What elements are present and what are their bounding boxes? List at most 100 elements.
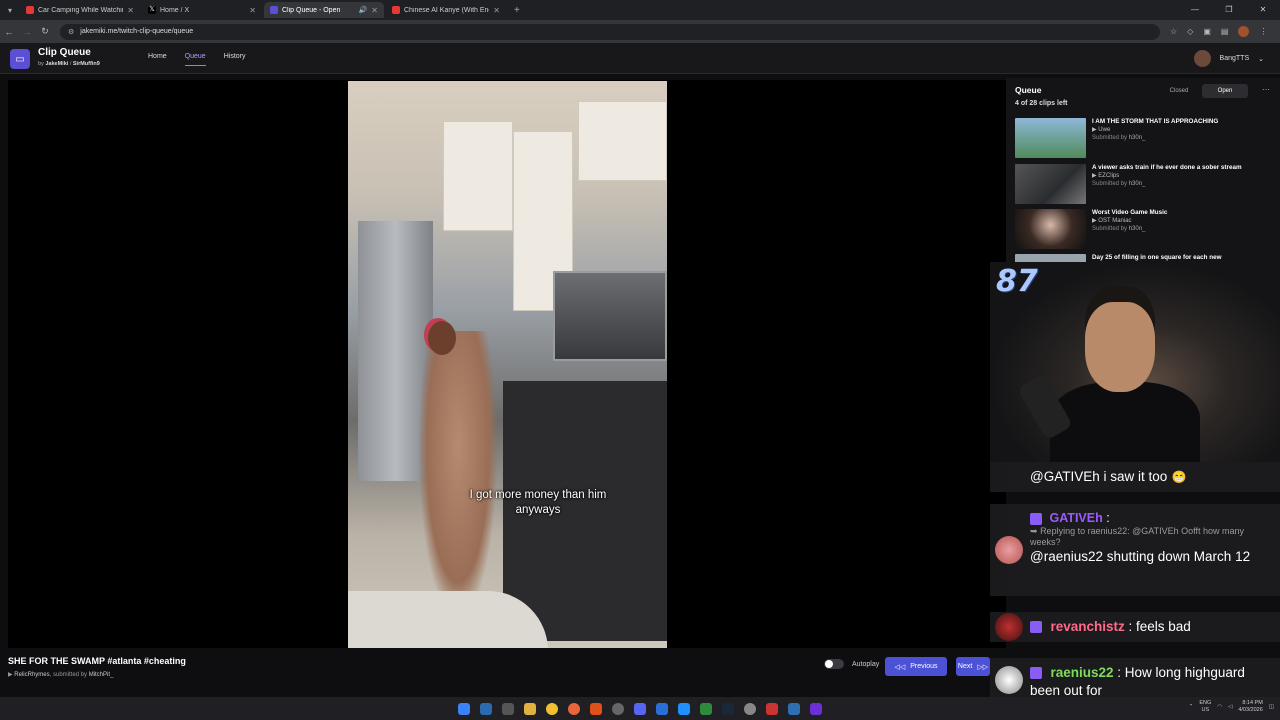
notification-icon[interactable]: ◫ xyxy=(1269,704,1274,710)
channel-link[interactable]: RelicRhymes xyxy=(14,672,49,678)
app-icon[interactable] xyxy=(656,702,668,715)
toggle-open[interactable]: Open xyxy=(1202,84,1248,98)
chat-avatar xyxy=(995,666,1023,694)
app-header: ▭ Clip Queue by JakeMiki / SirMuffin9 Ho… xyxy=(0,43,1280,74)
extension-icon[interactable]: ◇ xyxy=(1187,27,1193,36)
file-explorer-icon[interactable] xyxy=(524,702,536,715)
taskbar: ⌃ ENG US ◠ ◁ 8:14 PM 4/03/2026 ◫ xyxy=(0,697,1280,720)
clock[interactable]: 8:14 PM 4/03/2026 xyxy=(1238,700,1262,714)
autoplay-toggle[interactable] xyxy=(824,659,844,669)
twitch-badge-icon xyxy=(1030,620,1042,633)
task-view-icon[interactable] xyxy=(502,702,514,715)
copilot-icon[interactable] xyxy=(480,702,492,715)
author-link[interactable]: JakeMiki xyxy=(45,61,68,67)
twitch-badge-icon xyxy=(1030,666,1042,679)
chat-message: @GATIVEh i saw it too 😁 xyxy=(990,462,1280,492)
emote: 😁 xyxy=(1171,470,1187,484)
chat-message: GATIVEh : ➥ Replying to raenius22: @GATI… xyxy=(990,504,1280,596)
channel-icon: ▶ xyxy=(1092,218,1097,224)
back-icon[interactable]: ← xyxy=(0,27,18,37)
obs-icon[interactable] xyxy=(744,702,756,715)
url-field[interactable]: ⚙ jakemiki.me/twitch-clip-queue/queue xyxy=(60,23,1160,40)
clip-queue-icon xyxy=(270,6,278,14)
firefox-icon[interactable] xyxy=(568,702,580,715)
youtube-icon xyxy=(26,6,34,14)
sidebar-icon[interactable]: ▤ xyxy=(1221,27,1229,36)
queue-item[interactable]: A viewer asks train if he ever done a so… xyxy=(1015,164,1275,206)
chrome-icon[interactable] xyxy=(546,702,558,715)
forward-icon[interactable]: → xyxy=(18,27,36,37)
browser-tab-bar: ▾ Car Camping While Watching a ✕ 𝕏 Home … xyxy=(0,0,1280,20)
queue-title: Queue xyxy=(1015,85,1042,95)
reload-icon[interactable]: ↻ xyxy=(36,26,54,37)
clip-thumbnail xyxy=(1015,209,1086,249)
queue-item[interactable]: Worst Video Game Music ▶ OST Maniac Subm… xyxy=(1015,209,1275,251)
bookmark-star-icon[interactable]: ☆ xyxy=(1170,27,1177,36)
streamer-face xyxy=(1085,302,1155,392)
puzzle-icon[interactable]: ▣ xyxy=(1203,27,1211,36)
clip-thumbnail xyxy=(1015,254,1086,262)
browser-tab-2[interactable]: 𝕏 Home / X ✕ xyxy=(142,2,262,18)
previous-button[interactable]: ◁◁ Previous xyxy=(885,657,947,676)
main-nav: Home Queue History xyxy=(148,53,246,66)
language-indicator[interactable]: ENG US xyxy=(1199,700,1211,714)
minimize-icon[interactable]: — xyxy=(1178,0,1212,20)
steam-icon[interactable] xyxy=(722,702,734,715)
user-avatar xyxy=(1193,50,1211,67)
nav-queue[interactable]: Queue xyxy=(184,53,206,66)
user-menu[interactable]: BangTTS ⌄ xyxy=(1193,50,1264,67)
close-icon[interactable]: ✕ xyxy=(493,6,500,15)
chevron-up-icon[interactable]: ⌃ xyxy=(1189,704,1194,710)
tab-label: Clip Queue - Open xyxy=(282,6,341,14)
chevron-down-icon: ⌄ xyxy=(1258,55,1264,63)
submitter-link[interactable]: MitchPit_ xyxy=(89,672,114,678)
profile-avatar[interactable] xyxy=(1238,26,1250,37)
settings-icon[interactable] xyxy=(612,702,624,715)
chat-message: revanchistz : feels bad xyxy=(990,612,1280,642)
queue-item[interactable]: Day 25 of filling in one square for each… xyxy=(1015,254,1275,262)
next-app-icon[interactable] xyxy=(810,702,822,715)
menu-icon[interactable]: ⋮ xyxy=(1259,27,1267,36)
maximize-icon[interactable]: ❐ xyxy=(1212,0,1246,20)
xbox-icon[interactable] xyxy=(700,702,712,715)
nav-history[interactable]: History xyxy=(224,53,246,66)
autoplay-control[interactable]: Autoplay xyxy=(824,659,879,669)
tab-label: Car Camping While Watching a xyxy=(38,6,123,14)
clip-queue-logo-icon[interactable]: ▭ xyxy=(10,49,30,69)
close-icon[interactable]: ✕ xyxy=(249,6,256,15)
queue-remaining: 4 of 28 clips left xyxy=(1015,100,1068,107)
next-button[interactable]: Next ▷▷ xyxy=(956,657,990,676)
speaker-icon[interactable]: 🔊 xyxy=(359,6,368,14)
new-tab-icon[interactable]: + xyxy=(508,5,526,16)
address-bar: ← → ↻ ⚙ jakemiki.me/twitch-clip-queue/qu… xyxy=(0,20,1280,43)
system-tray: ⌃ ENG US ◠ ◁ 8:14 PM 4/03/2026 ◫ xyxy=(1189,700,1274,714)
tab-search-icon[interactable]: ▾ xyxy=(0,6,20,15)
calendar-icon[interactable] xyxy=(766,702,778,715)
brave-icon[interactable] xyxy=(590,702,602,715)
reply-arrow-icon: ➥ xyxy=(1030,526,1038,536)
close-window-icon[interactable]: ✕ xyxy=(1246,0,1280,20)
wifi-icon[interactable]: ◠ xyxy=(1217,704,1222,710)
webcam-overlay: 87 xyxy=(990,262,1280,462)
vscode-icon[interactable] xyxy=(788,702,800,715)
close-icon[interactable]: ✕ xyxy=(127,6,134,15)
site-info-icon[interactable]: ⚙ xyxy=(68,28,74,36)
discord-icon[interactable] xyxy=(634,702,646,715)
browser-tab-4[interactable]: Chinese AI Kanye (With English ✕ xyxy=(386,2,506,18)
queue-item[interactable]: I AM THE STORM THAT IS APPROACHING ▶ Uwe… xyxy=(1015,118,1275,160)
person xyxy=(418,331,498,621)
browser-tab-1[interactable]: Car Camping While Watching a ✕ xyxy=(20,2,140,18)
browser-tab-3[interactable]: Clip Queue - Open 🔊 ✕ xyxy=(264,2,384,18)
window-controls: — ❐ ✕ xyxy=(1178,0,1280,20)
nav-home[interactable]: Home xyxy=(148,53,167,66)
video-frame[interactable] xyxy=(348,81,667,648)
chat-avatar xyxy=(995,536,1023,564)
more-options-icon[interactable]: ⋯ xyxy=(1262,85,1270,94)
author-link[interactable]: SirMuffin9 xyxy=(73,61,100,67)
media-icon[interactable] xyxy=(678,702,690,715)
rewind-icon: ◁◁ xyxy=(894,663,906,671)
toggle-closed[interactable]: Closed xyxy=(1156,84,1202,98)
volume-icon[interactable]: ◁ xyxy=(1228,704,1232,710)
start-icon[interactable] xyxy=(458,702,470,715)
close-icon[interactable]: ✕ xyxy=(371,6,378,15)
